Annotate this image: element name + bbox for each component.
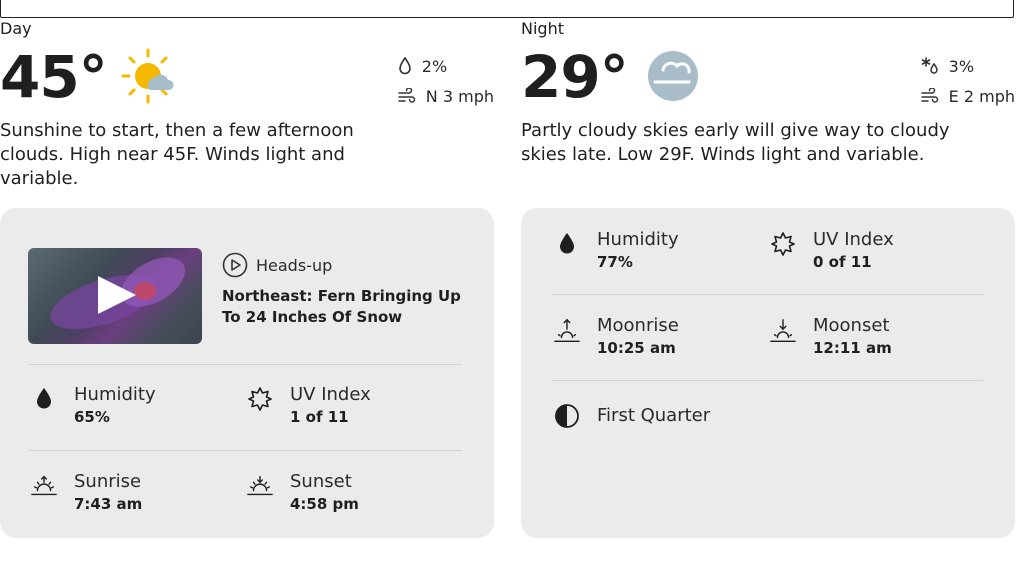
night-uv-label: UV Index [813, 229, 894, 250]
day-stats: 2% N 3 mph [398, 55, 494, 115]
night-label: Night [521, 19, 564, 38]
day-uv-value: 1 of 11 [290, 408, 349, 426]
sunrise-icon [31, 475, 57, 496]
snow-rain-icon [921, 57, 938, 74]
cloudy-night-icon [645, 46, 701, 110]
night-precip: 3% [921, 55, 1015, 77]
day-sunset: Sunset 4:58 pm [246, 471, 359, 515]
night-description: Partly cloudy skies early will give way … [521, 120, 950, 165]
raindrop-icon [398, 57, 411, 75]
night-uv-value: 0 of 11 [813, 253, 872, 271]
night-wind-value: E 2 mph [948, 86, 1015, 106]
heads-up-label: Heads-up [256, 255, 333, 275]
day-precip-value: 2% [421, 56, 448, 76]
heads-up-tag: Heads-up [222, 252, 332, 278]
play-circle-icon [222, 252, 248, 278]
video-thumbnail[interactable] [28, 248, 202, 344]
wind-icon [920, 88, 938, 103]
day-sunrise: Sunrise 7:43 am [30, 471, 142, 515]
night-wind: E 2 mph [920, 85, 1015, 107]
first-quarter-moon-icon [555, 404, 579, 428]
day-wind: N 3 mph [398, 85, 494, 107]
day-temperature: 45° [0, 43, 108, 111]
moonset-icon [770, 319, 796, 342]
day-label: Day [0, 19, 32, 38]
night-humidity-value: 77% [597, 253, 633, 271]
night-stats: 3% E 2 mph [920, 55, 1015, 115]
partly-sunny-icon [120, 46, 176, 110]
uv-index-icon [248, 387, 272, 411]
humidity-icon [560, 233, 574, 254]
night-humidity: Humidity 77% [553, 229, 679, 273]
moonset-label: Moonset [813, 315, 890, 336]
sunset-label: Sunset [290, 471, 352, 492]
day-humidity-label: Humidity [74, 384, 156, 405]
sunrise-label: Sunrise [74, 471, 142, 492]
night-uv-index: UV Index 0 of 11 [769, 229, 894, 273]
sunset-value: 4:58 pm [290, 495, 359, 513]
divider [28, 364, 462, 365]
day-description: Sunshine to start, then a few afternoon … [0, 120, 354, 189]
sunset-icon [247, 475, 273, 496]
moonrise-value: 10:25 am [597, 339, 676, 357]
sunrise-value: 7:43 am [74, 495, 143, 513]
video-headline-link[interactable]: Northeast: Fern Bringing Up To 24 Inches… [222, 286, 472, 328]
day-uv-label: UV Index [290, 384, 371, 405]
top-bar [0, 0, 1014, 18]
divider [551, 380, 983, 381]
divider [28, 450, 462, 451]
night-precip-value: 3% [948, 56, 975, 76]
moon-phase: First Quarter [553, 401, 710, 429]
humidity-icon [37, 388, 51, 409]
day-wind-value: N 3 mph [425, 86, 494, 106]
night-details-card: Humidity 77% UV Index 0 of 11 Moonrise 10:2… [521, 208, 1015, 538]
moonset-value: 12:11 am [813, 339, 892, 357]
uv-index-icon [771, 232, 795, 256]
day-humidity-value: 65% [74, 408, 110, 426]
moonrise-icon [554, 318, 580, 342]
day-details-card: Heads-up Northeast: Fern Bringing Up To … [0, 208, 494, 538]
night-humidity-label: Humidity [597, 229, 679, 250]
night-moonset: Moonset 12:11 am [769, 315, 892, 359]
day-precip: 2% [398, 55, 494, 77]
moonrise-label: Moonrise [597, 315, 679, 336]
day-uv-index: UV Index 1 of 11 [246, 384, 371, 428]
night-moonrise: Moonrise 10:25 am [553, 315, 679, 359]
moon-phase-label: First Quarter [597, 405, 711, 426]
night-temperature: 29° [521, 43, 629, 111]
day-humidity: Humidity 65% [30, 384, 156, 428]
wind-icon [398, 88, 416, 103]
divider [551, 294, 983, 295]
play-icon[interactable] [98, 276, 136, 314]
